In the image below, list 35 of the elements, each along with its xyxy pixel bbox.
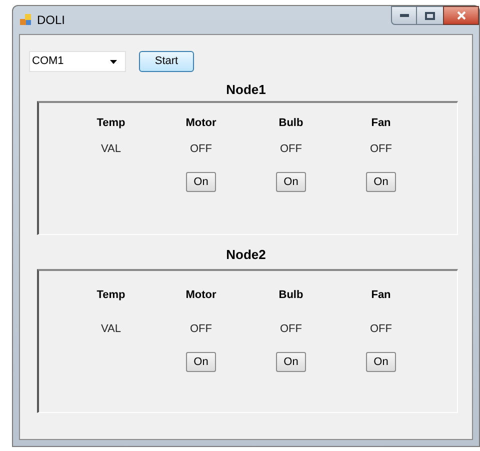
close-icon bbox=[456, 11, 466, 20]
on-button[interactable]: On bbox=[186, 172, 216, 192]
device-status: VAL bbox=[101, 142, 121, 156]
device-label: Motor bbox=[186, 116, 216, 130]
minimize-button[interactable] bbox=[391, 6, 417, 25]
device-status: OFF bbox=[280, 322, 302, 336]
device-label: Temp bbox=[96, 288, 126, 302]
device-status: OFF bbox=[370, 322, 392, 336]
dropdown-caret-icon bbox=[110, 60, 117, 64]
device-status: OFF bbox=[190, 322, 212, 336]
maximize-icon bbox=[425, 12, 435, 20]
node-title: Node1 bbox=[226, 82, 266, 97]
window-title: DOLI bbox=[37, 12, 66, 29]
node-title: Node2 bbox=[226, 247, 266, 262]
device-label: Fan bbox=[371, 288, 391, 302]
close-button[interactable] bbox=[443, 6, 479, 25]
on-button[interactable]: On bbox=[366, 172, 396, 192]
device-label: Fan bbox=[371, 116, 391, 130]
maximize-button[interactable] bbox=[417, 6, 443, 25]
device-status: OFF bbox=[280, 142, 302, 156]
on-button[interactable]: On bbox=[276, 352, 306, 372]
on-button[interactable]: On bbox=[366, 352, 396, 372]
start-button[interactable]: Start bbox=[139, 51, 194, 72]
device-status: VAL bbox=[101, 322, 121, 336]
device-label: Bulb bbox=[278, 116, 304, 130]
device-status: OFF bbox=[370, 142, 392, 156]
minimize-icon bbox=[400, 14, 408, 17]
device-status: OFF bbox=[190, 142, 212, 156]
device-label: Bulb bbox=[278, 288, 304, 302]
device-label: Motor bbox=[186, 288, 216, 302]
on-button[interactable]: On bbox=[186, 352, 216, 372]
app-icon bbox=[19, 13, 33, 27]
on-button[interactable]: On bbox=[276, 172, 306, 192]
port-dropdown[interactable]: COM1 bbox=[29, 51, 126, 72]
device-label: Temp bbox=[96, 116, 126, 130]
